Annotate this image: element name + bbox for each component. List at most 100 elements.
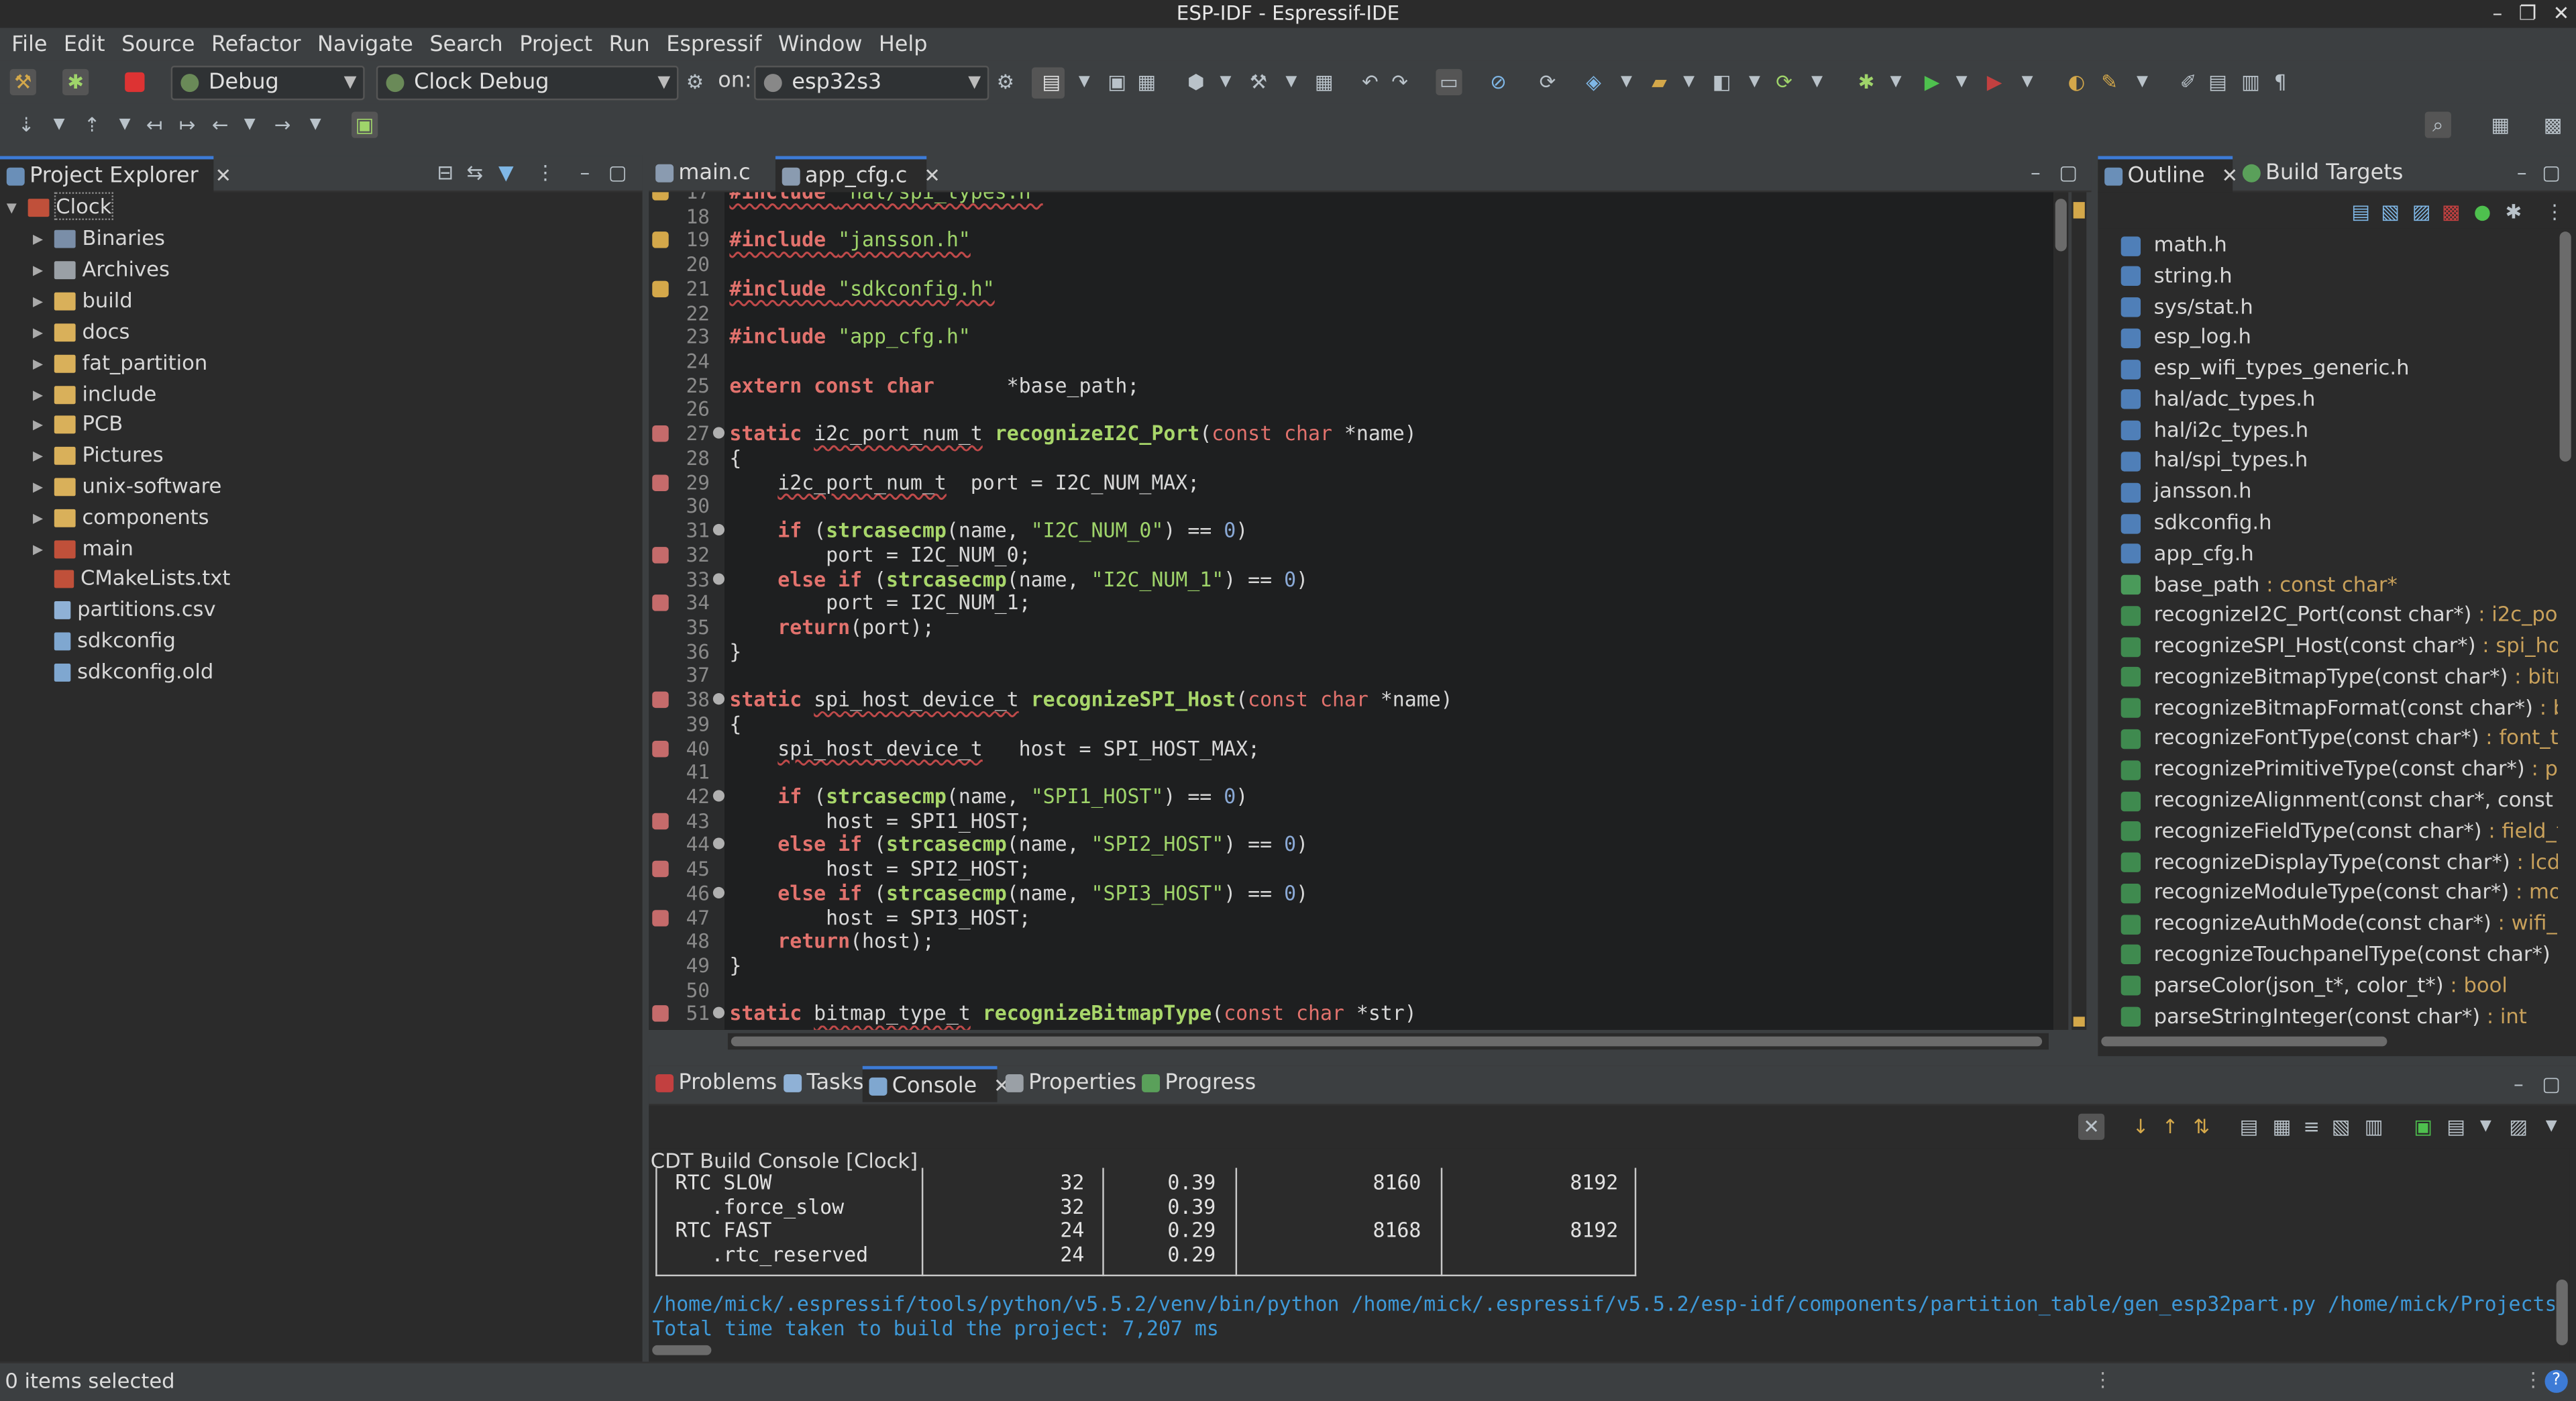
outline-member-item[interactable]: base_path : const char* [2121, 568, 2398, 599]
outline-include-item[interactable]: esp_log.h [2121, 321, 2251, 352]
save-all-icon[interactable]: ▦ [1134, 69, 1160, 95]
maximize-view-icon[interactable]: ▢ [2538, 159, 2565, 185]
warning-marker-icon[interactable] [652, 232, 669, 249]
outline-include-item[interactable]: sdkconfig.h [2121, 506, 2272, 537]
hide-members-icon[interactable]: ● [2469, 199, 2496, 225]
tree-item-build[interactable]: ▶ build [33, 284, 133, 316]
pilcrow-icon[interactable]: ¶ [2267, 69, 2294, 95]
fold-toggle-icon[interactable] [712, 886, 725, 898]
calculator-icon[interactable]: ▦ [1311, 69, 1337, 95]
copy-icon[interactable]: ▥ [2361, 1114, 2387, 1140]
tree-item-unix-software[interactable]: ▶ unix-software [33, 470, 221, 501]
tree-item-archives[interactable]: ▶ Archives [33, 253, 170, 284]
open-console-menu-icon[interactable]: ▨ [2506, 1114, 2532, 1140]
build-hammer-icon[interactable]: ⚒ [9, 68, 36, 95]
menu-edit[interactable]: Edit [64, 33, 118, 58]
launch-icon[interactable]: ✱ [62, 68, 89, 95]
gear-icon[interactable]: ⚙ [992, 69, 1018, 95]
outline-member-item[interactable]: recognizeTouchpanelType(const char*) : t… [2121, 938, 2558, 970]
scroll-thumb[interactable] [2055, 199, 2067, 252]
fold-toggle-icon[interactable] [712, 1007, 725, 1019]
outline-horizontal-scrollbar[interactable] [2101, 1033, 2555, 1049]
filter-icon[interactable]: ▼ [493, 159, 519, 185]
annotation-marker-icon[interactable] [652, 1006, 669, 1023]
outline-member-item[interactable]: recognizeBitmapFormat(const char*) : bit… [2121, 691, 2558, 723]
console-vertical-scrollbar[interactable] [2555, 1148, 2570, 1362]
outline-vertical-scrollbar[interactable] [2558, 228, 2573, 1027]
warning-marker-icon[interactable] [652, 192, 669, 201]
annotation-marker-icon[interactable] [652, 909, 669, 926]
chevron-down-icon[interactable]: ▼ [1883, 69, 1909, 95]
menu-help[interactable]: Help [879, 33, 941, 58]
brush-icon[interactable]: ✎ [2096, 69, 2123, 95]
close-icon[interactable]: ✕ [2553, 0, 2570, 28]
outline-member-item[interactable]: recognizeModuleType(const char*) : modul… [2121, 876, 2558, 908]
fold-toggle-icon[interactable] [712, 572, 725, 584]
build-icon[interactable]: ⚒ [1245, 69, 1271, 95]
annotation-marker-icon[interactable] [652, 474, 669, 491]
clear-console-icon[interactable]: ✕ [2078, 1113, 2105, 1140]
close-icon[interactable]: ✕ [924, 164, 941, 187]
minimize-icon[interactable]: – [2493, 0, 2503, 28]
tree-item-sdkconfig-old[interactable]: sdkconfig.old [49, 656, 213, 687]
outline-include-item[interactable]: hal/i2c_types.h [2121, 413, 2308, 445]
fold-toggle-icon[interactable] [712, 693, 725, 705]
forward-edit-icon[interactable]: ↦ [174, 111, 201, 138]
annotation-marker-icon[interactable] [652, 594, 669, 612]
editor-vertical-scrollbar[interactable] [2053, 192, 2069, 1030]
chevron-down-icon[interactable]: ▼ [1741, 69, 1768, 95]
last-edit-icon[interactable]: ↤ [142, 111, 168, 138]
fold-toggle-icon[interactable] [712, 427, 725, 439]
outline-member-item[interactable]: recognizeSPI_Host(const char*) : spi_hos… [2121, 629, 2558, 661]
display-selected-icon[interactable]: ▦ [2269, 1114, 2295, 1140]
minimize-view-icon[interactable]: – [572, 159, 598, 185]
scroll-thumb[interactable] [2559, 231, 2571, 462]
tree-item-sdkconfig[interactable]: sdkconfig [49, 624, 176, 656]
view-menu-icon[interactable]: ⋮ [532, 159, 558, 185]
tab-properties[interactable]: Properties [999, 1066, 1138, 1102]
outline-member-item[interactable]: recognizeAuthMode(const char*) : wifi_au… [2121, 907, 2558, 939]
warning-marker-icon[interactable] [652, 280, 669, 297]
console-output[interactable]: CDT Build Console [Clock] RTC SLOW 32 0.39… [649, 1148, 2555, 1362]
maximize-view-icon[interactable]: ▢ [2055, 159, 2082, 185]
annotation-icon[interactable]: ▤ [2205, 69, 2231, 95]
save-icon[interactable]: ▣ [1104, 69, 1130, 95]
outline-member-item[interactable]: recognizeFieldType(const char*) : field_… [2121, 815, 2558, 846]
chevron-down-icon[interactable]: ▼ [2538, 1114, 2565, 1140]
outline-member-item[interactable]: recognizeFontType(const char*) : font_ty… [2121, 722, 2558, 754]
back-icon[interactable]: ← [207, 111, 233, 138]
outline-include-item[interactable]: esp_wifi_types_generic.h [2121, 352, 2409, 383]
pin-console-icon[interactable]: ▤ [2236, 1114, 2262, 1140]
tab-outline[interactable]: Outline ✕ [2098, 156, 2238, 193]
new-console-icon[interactable]: ▣ [2410, 1114, 2436, 1140]
word-wrap-icon[interactable]: ⇅ [2188, 1114, 2214, 1140]
pen-icon[interactable]: ✐ [2175, 69, 2201, 95]
annotation-marker-icon[interactable] [652, 425, 669, 442]
launch-config-combo[interactable]: Clock Debug ▼ [376, 65, 679, 101]
minimize-view-icon[interactable]: – [2506, 1071, 2532, 1097]
menu-run[interactable]: Run [609, 33, 663, 58]
outline-member-item[interactable]: recognizeBitmapType(const char*) : bitma… [2121, 660, 2558, 692]
scroll-thumb[interactable] [2101, 1036, 2387, 1047]
tab-project-explorer[interactable]: Project Explorer ✕ [0, 156, 231, 193]
minimize-view-icon[interactable]: – [2509, 159, 2535, 185]
chevron-down-icon[interactable]: ▼ [1071, 69, 1097, 95]
tab-build-targets[interactable]: Build Targets [2236, 156, 2416, 193]
outline-include-item[interactable]: string.h [2121, 259, 2233, 291]
build-all-icon[interactable]: ⬢ [1183, 69, 1209, 95]
menu-source[interactable]: Source [121, 33, 208, 58]
scroll-lock-down-icon[interactable]: ↓ [2127, 1114, 2153, 1140]
chevron-down-icon[interactable]: ▼ [46, 111, 72, 138]
chevron-down-icon[interactable]: ▼ [1676, 69, 1702, 95]
chevron-down-icon[interactable]: ▼ [1804, 69, 1830, 95]
prev-annotation-icon[interactable]: ⇡ [79, 111, 105, 138]
tree-item-main[interactable]: ▶ main [33, 532, 133, 564]
help-icon[interactable]: ? [2544, 1369, 2568, 1393]
hide-static-icon[interactable]: ▨ [2408, 199, 2434, 225]
open-folder-icon[interactable]: ▰ [1646, 69, 1672, 95]
search-icon[interactable]: ⌕ [2424, 111, 2451, 138]
next-annotation-icon[interactable]: ⇣ [13, 111, 40, 138]
cpp-perspective-icon[interactable]: ▩ [2540, 111, 2566, 138]
display-console-icon[interactable]: ▤ [2443, 1114, 2469, 1140]
scroll-lock-up-icon[interactable]: ↑ [2157, 1114, 2184, 1140]
